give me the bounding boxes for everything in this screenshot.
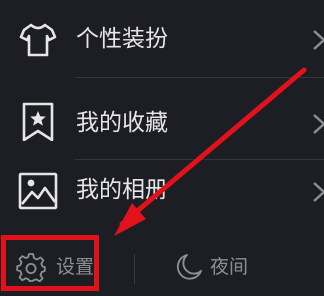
divider xyxy=(75,77,324,78)
side-menu-screen: 个性装扮 我的收藏 我的相册 设置 夜间 xyxy=(0,0,324,296)
annotation-highlight-box xyxy=(1,235,99,291)
bottom-bar-separator xyxy=(134,254,135,284)
night-mode-label: 夜间 xyxy=(210,256,249,278)
chevron-right-icon xyxy=(311,110,324,138)
menu-item-label: 我的相册 xyxy=(76,177,168,203)
menu-item-personalization[interactable]: 个性装扮 xyxy=(0,4,324,74)
menu-item-album[interactable]: 我的相册 xyxy=(0,154,324,224)
chevron-right-icon xyxy=(311,178,324,206)
photo-icon xyxy=(18,171,58,211)
night-mode-button[interactable]: 夜间 xyxy=(140,232,280,296)
bookmark-star-icon xyxy=(18,101,58,141)
moon-icon xyxy=(174,252,204,282)
menu-item-label: 个性装扮 xyxy=(76,26,168,52)
menu-item-favorites[interactable]: 我的收藏 xyxy=(0,88,324,158)
chevron-right-icon xyxy=(311,26,324,54)
tshirt-icon xyxy=(18,19,58,59)
menu-item-label: 我的收藏 xyxy=(76,110,168,136)
